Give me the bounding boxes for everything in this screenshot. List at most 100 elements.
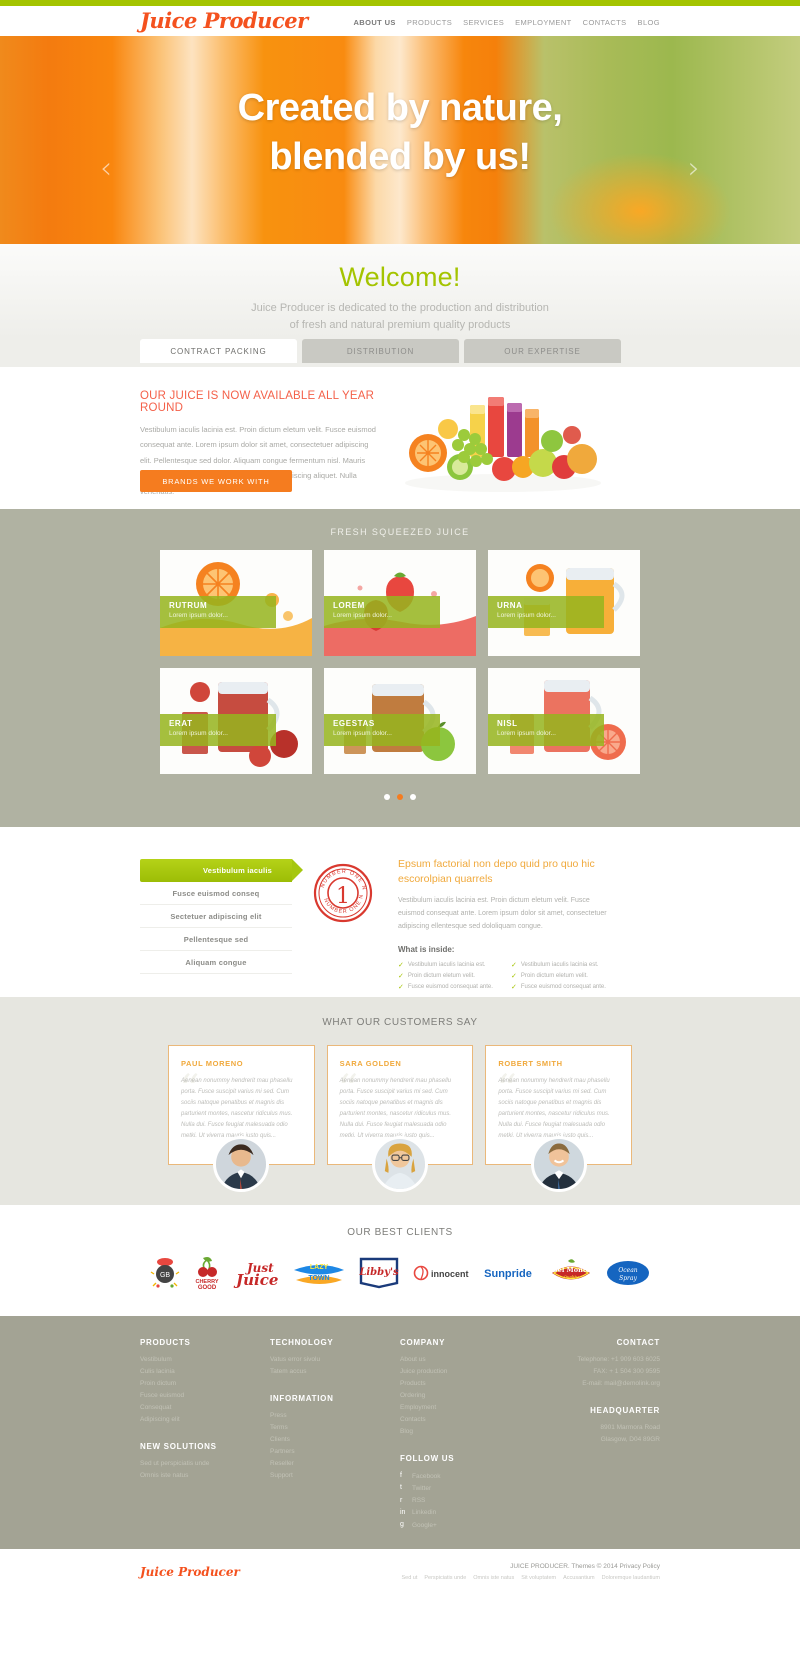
welcome-section: Welcome! Juice Producer is dedicated to … <box>0 244 800 339</box>
footer-link[interactable]: Fusce euismod <box>140 1390 270 1402</box>
footer-link[interactable]: Employment <box>400 1402 530 1414</box>
testimonials-title: WHAT OUR CUSTOMERS SAY <box>322 1017 478 1028</box>
pagination-dot-2[interactable] <box>397 794 403 800</box>
tab-our-expertise[interactable]: OUR EXPERTISE <box>464 339 621 363</box>
nav-item-products[interactable]: PRODUCTS <box>407 18 452 27</box>
client-logo-cherry-good[interactable]: CHERRY GOOD <box>193 1256 221 1290</box>
footer-heading-headquarter: HEADQUARTER <box>590 1406 660 1416</box>
social-link-googleplus[interactable]: g Google+ <box>400 1519 530 1531</box>
gallery-caption: EGESTAS Lorem ipsum dolor... <box>324 714 440 746</box>
small-link[interactable]: Sit voluptatem <box>521 1575 556 1581</box>
client-logo-ocean-spray[interactable]: Ocean Spray <box>606 1256 650 1290</box>
footer-link[interactable]: Vatus error sivolu <box>270 1354 400 1366</box>
social-link-linkedin[interactable]: in Linkedin <box>400 1507 530 1519</box>
gallery-caption: ERAT Lorem ipsum dolor... <box>160 714 276 746</box>
client-logo-del-monte[interactable]: Del Monte Quality <box>548 1256 594 1290</box>
hero-heading: Created by nature, blended by us! <box>0 84 800 181</box>
gallery-item[interactable]: LOREM Lorem ipsum dolor... <box>324 550 476 656</box>
client-logo-innocent[interactable]: innocent <box>413 1256 469 1290</box>
footer-link[interactable]: Reseller <box>270 1458 400 1470</box>
social-link-twitter[interactable]: t Twitter <box>400 1482 530 1494</box>
tab-list: CONTRACT PACKING DISTRIBUTION OUR EXPERT… <box>140 339 621 363</box>
footer-link[interactable]: Support <box>270 1470 400 1482</box>
nav-item-about-us[interactable]: ABOUT US <box>353 18 395 27</box>
intro-section: OUR JUICE IS NOW AVAILABLE ALL YEAR ROUN… <box>0 367 800 509</box>
gallery-item[interactable]: ERAT Lorem ipsum dolor... <box>160 668 312 774</box>
feature-tab-fusce-euismod[interactable]: Fusce euismod conseq <box>140 882 292 905</box>
footer-link[interactable]: Partners <box>270 1446 400 1458</box>
footer-link[interactable]: Juice production <box>400 1366 530 1378</box>
small-link[interactable]: Perspiciatis unde <box>424 1575 466 1581</box>
nav-item-contacts[interactable]: CONTACTS <box>583 18 627 27</box>
client-logo-lazy-town[interactable]: LAZY TOWN <box>292 1256 346 1290</box>
footer-link[interactable]: Terms <box>270 1422 400 1434</box>
testimonial-card: “ SARA GOLDEN Aenean nonummy hendrerit m… <box>326 1045 474 1192</box>
fruit-assortment-image <box>405 397 601 492</box>
client-logo-gb[interactable]: GB <box>150 1256 180 1290</box>
avatar <box>530 1136 587 1192</box>
nav-item-blog[interactable]: BLOG <box>638 18 660 27</box>
gallery-item[interactable]: NISL Lorem ipsum dolor... <box>488 668 640 774</box>
page-root: Juice Producer ABOUT US PRODUCTS SERVICE… <box>0 0 800 1602</box>
check-icon: ✓ <box>511 962 517 970</box>
footer-link[interactable]: Adipiscing elit <box>140 1414 270 1426</box>
copyright-small-links: Sed ut Perspiciatis unde Omnis iste natu… <box>401 1575 660 1581</box>
client-logo-libbys[interactable]: Libby's <box>358 1256 400 1290</box>
feature-tab-pellentesque-sed[interactable]: Pellentesque sed <box>140 928 292 951</box>
footer-link[interactable]: Vestibulum <box>140 1354 270 1366</box>
site-header: Juice Producer ABOUT US PRODUCTS SERVICE… <box>0 6 800 36</box>
footer-link[interactable]: Omnis iste natus <box>140 1470 270 1482</box>
footer-link[interactable]: Culis lacinia <box>140 1366 270 1378</box>
check-item: ✓ Fusce euismod consequat ante. <box>398 983 501 991</box>
footer-link[interactable]: Tatem accus <box>270 1366 400 1378</box>
slider-prev-arrow-icon[interactable]: ‹ <box>100 154 112 184</box>
footer-logo[interactable]: Juice Producer <box>140 1565 240 1579</box>
footer-link[interactable]: Products <box>400 1378 530 1390</box>
footer-link[interactable]: Press <box>270 1410 400 1422</box>
welcome-title: Welcome! <box>339 262 461 292</box>
small-link[interactable]: Doloremque laudantium <box>602 1575 660 1581</box>
client-logo-just-juice[interactable]: Just Juice <box>233 1256 279 1290</box>
nav-item-services[interactable]: SERVICES <box>463 18 504 27</box>
footer-link[interactable]: Blog <box>400 1426 530 1438</box>
footer-link[interactable]: Contacts <box>400 1414 530 1426</box>
gallery-item[interactable]: EGESTAS Lorem ipsum dolor... <box>324 668 476 774</box>
contact-email[interactable]: E-mail: mail@demolink.org <box>530 1378 660 1390</box>
footer-heading-company: COMPANY <box>400 1338 446 1347</box>
client-logo-sunpride[interactable]: Sunpride <box>481 1256 535 1290</box>
pagination-dot-3[interactable] <box>410 794 417 800</box>
pagination-dot-1[interactable] <box>383 794 390 800</box>
site-logo[interactable]: Juice Producer <box>140 8 308 33</box>
gallery-item[interactable]: RUTRUM Lorem ipsum dolor... <box>160 550 312 656</box>
footer-link[interactable]: Sed ut perspiciatis unde <box>140 1458 270 1470</box>
feature-tab-aliquam-congue[interactable]: Aliquam congue <box>140 951 292 974</box>
tab-distribution[interactable]: DISTRIBUTION <box>302 339 459 363</box>
gallery-item[interactable]: URNA Lorem ipsum dolor... <box>488 550 640 656</box>
small-link[interactable]: Omnis iste natus <box>473 1575 514 1581</box>
footer-link[interactable]: Proin dictum <box>140 1378 270 1390</box>
check-label: Proin dictum eletum velit. <box>520 973 588 980</box>
features-body: Vestibulum iaculis lacinia est. Proin di… <box>398 897 607 931</box>
social-link-rss[interactable]: r RSS <box>400 1495 530 1507</box>
tab-contract-packing[interactable]: CONTRACT PACKING <box>140 339 297 363</box>
feature-tab-vestibulum-iaculis[interactable]: Vestibulum iaculis <box>140 859 303 882</box>
gallery-item-title: EGESTAS <box>333 719 375 728</box>
feature-tab-sectetuer-adipiscing[interactable]: Sectetuer adipiscing elit <box>140 905 292 928</box>
footer-heading-follow-us: FOLLOW US <box>400 1454 455 1464</box>
slider-next-arrow-icon[interactable]: › <box>688 154 700 184</box>
nav-item-employment[interactable]: EMPLOYMENT <box>515 18 572 27</box>
social-link-facebook[interactable]: f Facebook <box>400 1470 530 1482</box>
small-link[interactable]: Accusantium <box>563 1575 595 1581</box>
features-tab-list: Vestibulum iaculis Fusce euismod conseq … <box>140 859 303 974</box>
footer-columns: PRODUCTS Vestibulum Culis lacinia Proin … <box>140 1338 660 1531</box>
footer-link[interactable]: Consequat <box>140 1402 270 1414</box>
footer-link[interactable]: About us <box>400 1354 530 1366</box>
avatar-photo-paul <box>216 1139 267 1189</box>
testimonial-card: “ PAUL MORENO Aenean nonummy hendrerit m… <box>168 1045 315 1192</box>
brands-we-work-with-button[interactable]: BRANDS WE WORK WITH <box>140 470 292 492</box>
check-item: ✓ Fusce euismod consequat ante. <box>511 983 614 991</box>
footer-link[interactable]: Clients <box>270 1434 400 1446</box>
sunpride-logo-icon: Sunpride <box>484 1268 532 1280</box>
footer-link[interactable]: Ordering <box>400 1390 530 1402</box>
small-link[interactable]: Sed ut <box>401 1575 417 1581</box>
